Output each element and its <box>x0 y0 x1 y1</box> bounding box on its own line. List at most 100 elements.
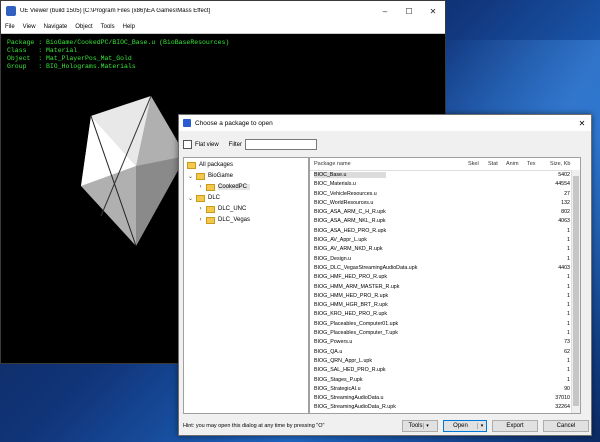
close-button[interactable]: ✕ <box>421 1 445 21</box>
column-anim[interactable]: Anim <box>506 161 519 167</box>
collapse-icon[interactable]: ⌄ <box>187 173 194 180</box>
scrollbar-thumb[interactable] <box>573 176 579 406</box>
table-row[interactable]: BIOG_QA.u 62 <box>310 348 580 357</box>
column-tex[interactable]: Tex <box>527 161 536 167</box>
package-name-cell: BIOG_QA.u <box>314 348 343 355</box>
tree-item-label: DLC_Vegas <box>218 217 251 223</box>
package-size-cell: 1 <box>567 357 570 364</box>
tree-item-label: DLC <box>208 195 221 201</box>
package-size-cell: 73 <box>564 339 570 346</box>
menu-object[interactable]: Object <box>75 24 92 30</box>
menu-navigate[interactable]: Navigate <box>44 24 68 30</box>
vertical-scrollbar[interactable] <box>571 170 580 413</box>
tree-item-label: All packages <box>199 162 234 168</box>
menu-file[interactable]: File <box>5 24 15 30</box>
dropdown-arrow-icon[interactable]: ▾ <box>477 423 486 429</box>
filter-input[interactable] <box>245 139 318 150</box>
table-row[interactable]: BIOG_Placeables_Computer_T.upk 1 <box>310 329 580 338</box>
filter-bar: Flat view Filter <box>183 139 318 150</box>
table-row[interactable]: BIOG_ASA_ARM_C_H_R.upk 802 <box>310 208 580 217</box>
table-row[interactable]: BIOG_HMM_HED_PRO_R.upk 1 <box>310 292 580 301</box>
package-size-cell: 4403 <box>558 264 570 271</box>
table-row[interactable]: BIOG_Design.u 1 <box>310 255 580 264</box>
table-row[interactable]: BIOG_SAL_HED_PRO_R.upk 1 <box>310 366 580 375</box>
dropdown-arrow-icon: ▾ <box>422 423 432 429</box>
tree-item-dlc[interactable]: ⌄ DLC <box>187 193 220 203</box>
minimize-button[interactable]: – <box>373 1 397 21</box>
expand-icon[interactable]: › <box>197 206 204 212</box>
folder-icon <box>196 194 205 202</box>
package-size-cell: 62 <box>564 348 570 355</box>
tools-button-label: Tools <box>408 423 423 429</box>
package-size-cell: 1 <box>567 330 570 337</box>
table-row[interactable]: BIOC_VehicleResources.u 27 <box>310 190 580 199</box>
tree-item-dlc-unc[interactable]: › DLC_UNC <box>197 204 246 214</box>
table-row[interactable]: BIOC_Materials.u 44554 <box>310 180 580 189</box>
package-name-cell: BIOG_HMM_HED_PRO_R.upk <box>314 292 389 299</box>
package-size-cell: 1 <box>567 274 570 281</box>
column-stat[interactable]: Stat <box>488 161 498 167</box>
table-row[interactable]: BIOG_QRN_Appr_L.upk 1 <box>310 357 580 366</box>
package-name-cell: BIOG_QRN_Appr_L.upk <box>314 357 372 364</box>
expand-icon[interactable]: › <box>197 217 204 223</box>
package-size-cell: 1 <box>567 283 570 290</box>
package-size-cell: 1 <box>567 302 570 309</box>
package-name-cell: BIOG_Design.u <box>314 255 352 262</box>
package-name-cell: BIOG_Placeables_Computer_T.upk <box>314 330 398 337</box>
console-line: Object : Mat_PlayerPos_Mat_Gold <box>7 55 132 62</box>
table-row[interactable]: BIOG_HMM_HGR_BRT_R.upk 1 <box>310 301 580 310</box>
3d-viewport-object[interactable] <box>81 96 191 246</box>
menu-tools[interactable]: Tools <box>101 24 115 30</box>
table-row[interactable]: BIOG_HMM_ARM_MASTER_R.upk 1 <box>310 283 580 292</box>
menu-help[interactable]: Help <box>123 24 135 30</box>
package-name-cell: BIOG_ASA_ARM_C_H_R.upk <box>314 209 386 216</box>
dialog-close-button[interactable]: ✕ <box>573 119 591 128</box>
table-row[interactable]: BIOG_AV_Appr_L.upk 1 <box>310 236 580 245</box>
table-row[interactable]: BIOG_Powers.u 73 <box>310 338 580 347</box>
table-row[interactable]: BIOG_ASA_ARM_NKL_R.upk 4063 <box>310 217 580 226</box>
tree-item-biogame[interactable]: ⌄ BioGame <box>187 171 233 181</box>
table-row[interactable]: BIOG_HMF_HED_PRO_R.upk 1 <box>310 273 580 282</box>
collapse-icon[interactable]: ⌄ <box>187 195 194 202</box>
package-size-cell: 37010 <box>555 395 570 402</box>
table-row[interactable]: BIOG_DLC_VegasStreamingAudioData.upk 4403 <box>310 264 580 273</box>
table-row[interactable]: BIOG_AV_ARM_NKD_R.upk 1 <box>310 245 580 254</box>
expand-icon[interactable]: › <box>197 184 204 190</box>
column-skel[interactable]: Skel <box>468 161 479 167</box>
table-row[interactable]: BIOC_Base.u 5402 <box>310 171 580 180</box>
table-row[interactable]: BIOG_StreamingAudioData.u 37010 <box>310 394 580 403</box>
tree-item-label: DLC_UNC <box>218 206 247 212</box>
tools-button[interactable]: Tools ▾ <box>402 420 438 432</box>
flat-view-checkbox[interactable] <box>183 140 192 149</box>
package-name-cell: BIOG_DLC_VegasStreamingAudioData.upk <box>314 264 418 271</box>
open-button[interactable]: Open ▾ <box>443 420 487 432</box>
tree-item-label: BioGame <box>208 173 234 179</box>
package-size-cell: 1 <box>567 311 570 318</box>
export-button-label: Export <box>506 423 524 429</box>
table-row[interactable]: BIOG_StreamingAudioData_R.upk 32264 <box>310 403 580 412</box>
table-row[interactable]: BIOG_ASA_HED_PRO_R.upk 1 <box>310 227 580 236</box>
table-row[interactable]: BIOG_StrategicAI.u 90 <box>310 385 580 394</box>
table-row[interactable]: BIOG_Placeables_Computer01.upk 1 <box>310 320 580 329</box>
package-size-cell: 802 <box>561 209 570 216</box>
menu-view[interactable]: View <box>23 24 36 30</box>
column-size[interactable]: Size, Kb <box>550 161 570 167</box>
table-row[interactable]: BIOC_WorldResources.u 132 <box>310 199 580 208</box>
tree-item-all-packages[interactable]: All packages <box>187 160 233 170</box>
package-size-cell: 1 <box>567 376 570 383</box>
dialog-footer: Hint: you may open this dialog at any ti… <box>183 420 589 432</box>
tree-item-cookedpc[interactable]: › CookedPC <box>197 182 251 192</box>
package-name-cell: BIOG_Placeables_Computer01.upk <box>314 320 399 327</box>
table-row[interactable]: BIOG_Stages_P.upk 1 <box>310 376 580 385</box>
package-size-cell: 1 <box>567 246 570 253</box>
column-package-name[interactable]: Package name <box>314 161 351 167</box>
maximize-button[interactable]: ☐ <box>397 1 421 21</box>
table-row[interactable]: BIOG_KRO_HED_PRO_R.upk 1 <box>310 310 580 319</box>
tree-item-dlc-vegas[interactable]: › DLC_Vegas <box>197 215 250 225</box>
export-button[interactable]: Export <box>492 420 538 432</box>
package-name-cell: BIOG_Powers.u <box>314 339 353 346</box>
package-name-cell: BIOG_ASA_HED_PRO_R.upk <box>314 227 387 234</box>
cancel-button[interactable]: Cancel <box>543 420 589 432</box>
viewer-title: UE Viewer (build 1505) [C:\Program Files… <box>20 8 211 14</box>
package-name-cell: BIOC_WorldResources.u <box>314 199 374 206</box>
